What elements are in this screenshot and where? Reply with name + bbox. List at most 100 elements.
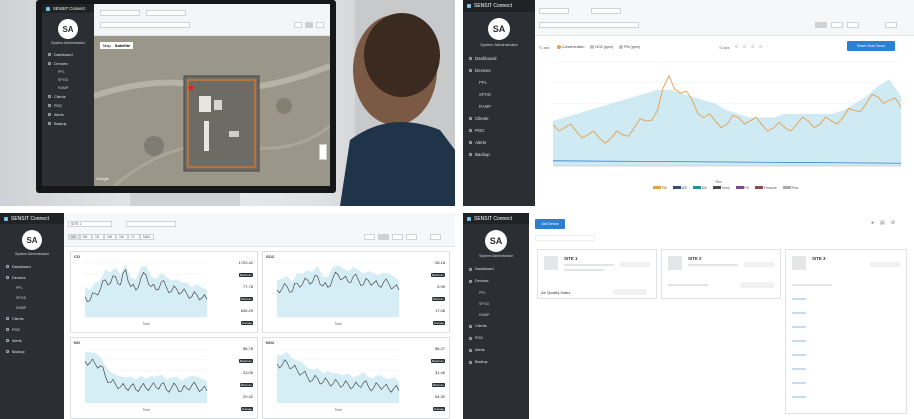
tab-map[interactable]: Map [103, 43, 111, 48]
map-view-button[interactable] [305, 22, 313, 28]
device-image [544, 256, 558, 270]
tab-1m[interactable]: 1M [116, 234, 128, 240]
stat-badge: Maximum [238, 273, 253, 277]
site-card-2[interactable]: SITE 2 [661, 249, 781, 299]
line-chart[interactable] [543, 58, 909, 176]
sidebar-item-alerts[interactable]: Alerts [463, 344, 529, 356]
legend-item[interactable]: PM (ppm) [619, 45, 640, 49]
sidebar-item-alerts[interactable]: Alerts [42, 110, 94, 119]
sidebar-item-ppl[interactable]: PPL [42, 68, 94, 76]
line-chart[interactable]: Time [267, 346, 409, 412]
device-select[interactable] [126, 221, 176, 227]
tab-satellite[interactable]: Satellite [115, 43, 130, 48]
view-toggle-button[interactable] [294, 22, 302, 28]
sidebar-item-dashboard[interactable]: Dashboard [463, 263, 529, 275]
line-chart[interactable]: Time [75, 260, 217, 326]
tab-1w[interactable]: 1W [104, 234, 116, 240]
series-area [553, 79, 901, 166]
tab-6h[interactable]: 6H [80, 234, 92, 240]
chart-view-button[interactable] [364, 234, 375, 240]
legend-item[interactable]: NO2 (ppm) [590, 45, 613, 49]
legend-item[interactable]: Pressure [755, 186, 777, 190]
line-chart[interactable]: Time [267, 260, 409, 326]
toolbar [94, 4, 330, 36]
sidebar-item-poc[interactable]: POC [463, 332, 529, 344]
add-device-button[interactable]: Add Device [535, 219, 565, 229]
sidebar-item-ppl[interactable]: PPL [463, 76, 535, 88]
sidebar-item-ramp[interactable]: RAMP [0, 303, 64, 313]
sidebar-item-devices[interactable]: Devices [0, 272, 64, 283]
sidebar-item-dashboard[interactable]: Dashboard [0, 261, 64, 272]
marker-button[interactable] [316, 22, 324, 28]
sidebar-item-devices[interactable]: Devices [463, 64, 535, 76]
filter-input[interactable] [535, 235, 595, 241]
tab-1d[interactable]: 1D [92, 234, 104, 240]
device-select[interactable] [591, 8, 621, 14]
toggle-icon[interactable]: ○ [759, 44, 762, 50]
sidebar-item-poc[interactable]: POC [42, 101, 94, 110]
download-button[interactable] [430, 234, 441, 240]
reset-chart-zoom-button[interactable]: Reset Chart Zoom [847, 41, 895, 51]
chart-view-button[interactable] [815, 22, 827, 28]
sidebar-item-alerts[interactable]: Alerts [0, 335, 64, 346]
site-select[interactable] [539, 8, 569, 14]
sidebar-item-ppl[interactable]: PPL [463, 287, 529, 298]
zoom-control[interactable] [319, 144, 327, 160]
download-button[interactable] [885, 22, 897, 28]
sidebar-item-spod[interactable]: SPOD [42, 76, 94, 84]
sidebar-item-poc[interactable]: POC [463, 124, 535, 136]
sidebar-item-devices[interactable]: Devices [42, 59, 94, 68]
sidebar-item-alerts[interactable]: Alerts [463, 136, 535, 148]
legend-item[interactable]: WS [692, 186, 707, 190]
sidebar-item-backup[interactable]: Backup [463, 148, 535, 160]
chart-icon[interactable]: ▤ [880, 220, 885, 226]
sidebar-item-dashboard[interactable]: Dashboard [463, 52, 535, 64]
legend-item[interactable]: Temp [712, 186, 730, 190]
legend-item[interactable]: Concentration [557, 45, 584, 49]
toggle-icon[interactable]: ○ [743, 44, 746, 50]
sidebar-item-devices[interactable]: Devices [463, 275, 529, 287]
sidebar-item-ramp[interactable]: RAMP [463, 100, 535, 112]
sidebar-item-poc[interactable]: POC [0, 324, 64, 335]
sidebar-item-spod[interactable]: SPOD [463, 298, 529, 309]
sidebar-item-ramp[interactable]: RAMP [42, 84, 94, 92]
table-view-button[interactable] [831, 22, 843, 28]
map-view-button[interactable] [406, 234, 417, 240]
settings-icon[interactable]: ⚙ [891, 220, 895, 226]
sidebar-item-backup[interactable]: Backup [0, 346, 64, 357]
site-select[interactable] [100, 10, 140, 16]
legend-item[interactable]: PM [653, 186, 667, 190]
table-view-button[interactable] [392, 234, 403, 240]
sidebar-item-clients[interactable]: Clients [0, 313, 64, 324]
sidebar-item-backup[interactable]: Backup [463, 356, 529, 368]
sidebar-item-spod[interactable]: SPOD [0, 293, 64, 303]
sidebar-item-ramp[interactable]: RAMP [463, 309, 529, 320]
toggle-icon[interactable]: ○ [751, 44, 754, 50]
tab-1h[interactable]: 1H [68, 234, 80, 240]
sites-screen: SENSIT Connect SA System Administrator D… [463, 213, 914, 419]
range-tabs[interactable] [539, 22, 639, 28]
sidebar-item-backup[interactable]: Backup [42, 119, 94, 128]
sidebar-item-ppl[interactable]: PPL [0, 283, 64, 293]
satellite-map[interactable] [94, 36, 330, 186]
legend-item[interactable]: WD [672, 186, 687, 190]
sidebar-item-clients[interactable]: Clients [42, 92, 94, 101]
map-view-button[interactable] [847, 22, 859, 28]
sidebar-item-clients[interactable]: Clients [463, 320, 529, 332]
legend-item[interactable]: RH [735, 186, 749, 190]
line-chart[interactable]: Time [75, 346, 217, 412]
sidebar-item-spod[interactable]: SPOD [463, 88, 535, 100]
toggle-icon[interactable]: ○ [735, 44, 738, 50]
device-select[interactable] [146, 10, 186, 16]
legend-item[interactable]: Flow [782, 186, 798, 190]
tab-1y[interactable]: 1Y [128, 234, 140, 240]
pin-icon[interactable]: ● [871, 220, 874, 226]
site-select[interactable]: SITE 1 [68, 221, 112, 227]
sidebar-item-dashboard[interactable]: Dashboard [42, 50, 94, 59]
series-area [85, 351, 207, 403]
tab-max[interactable]: MAX [140, 234, 154, 240]
site-card-3[interactable]: SITE 3 [785, 249, 907, 414]
sidebar-item-clients[interactable]: Clients [463, 112, 535, 124]
grid-view-button[interactable] [378, 234, 389, 240]
range-tabs[interactable] [100, 22, 190, 28]
